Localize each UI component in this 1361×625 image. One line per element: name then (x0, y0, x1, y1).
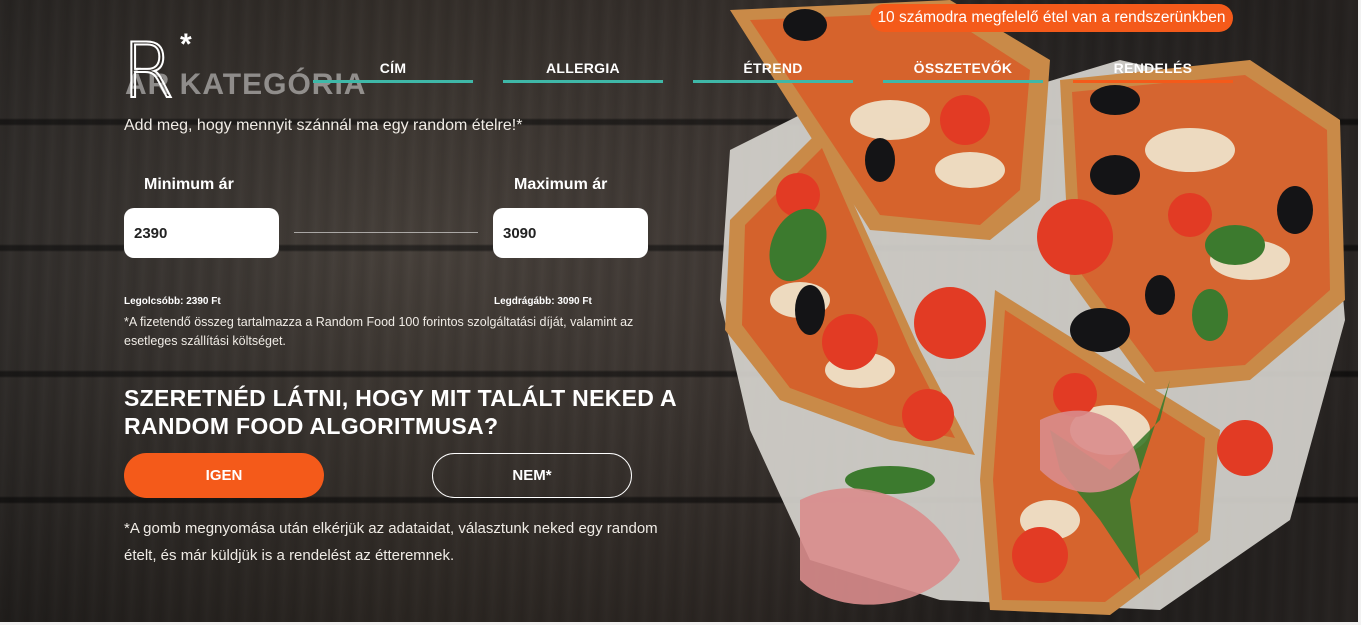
nav-progress-bar (693, 80, 853, 83)
max-price-input[interactable] (493, 208, 648, 258)
nav-item-osszetevok[interactable]: ÖSSZETEVŐK (883, 60, 1043, 84)
nav-item-label: CÍM (379, 60, 407, 76)
order-footnote: *A gomb megnyomása után elkérjük az adat… (124, 520, 658, 564)
pizza-image (720, 0, 1345, 615)
cheapest-price-text: Legolcsóbb: 2390 Ft (124, 296, 221, 307)
logo-asterisk: * (180, 28, 192, 61)
nav-progress-bar (313, 80, 473, 83)
nav-item-allergia[interactable]: ALLERGIA (503, 60, 663, 84)
yes-button[interactable]: IGEN (124, 453, 324, 498)
nav-item-label: RENDELÉS (1113, 60, 1193, 76)
min-price-label: Minimum ár (144, 176, 234, 193)
no-button[interactable]: NEM* (432, 453, 632, 498)
nav-progress-bar (1073, 80, 1233, 83)
reveal-question: SZERETNÉD LÁTNI, HOGY MIT TALÁLT NEKED A… (124, 385, 677, 439)
price-intro-text: Add meg, hogy mennyit szánnál ma egy ran… (124, 117, 523, 134)
range-divider (294, 232, 478, 233)
nav-item-rendeles[interactable]: RENDELÉS (1073, 60, 1233, 84)
most-expensive-price-text: Legdrágább: 3090 Ft (494, 296, 592, 307)
min-price-input[interactable] (124, 208, 279, 258)
nav-item-label: ÉTREND (743, 60, 803, 76)
price-note: *A fizetendő összeg tartalmazza a Random… (124, 315, 634, 348)
nav-progress-bar (883, 80, 1043, 83)
nav-item-label: ÖSSZETEVŐK (913, 60, 1013, 76)
max-price-label: Maximum ár (514, 176, 608, 193)
nav-item-etrend[interactable]: ÉTREND (693, 60, 853, 84)
nav-item-cim[interactable]: CÍM (313, 60, 473, 84)
nav-item-label: ALLERGIA (546, 60, 620, 76)
nav-progress-bar (503, 80, 663, 83)
result-count-badge: 10 számodra megfelelő étel van a rendsze… (870, 4, 1233, 32)
